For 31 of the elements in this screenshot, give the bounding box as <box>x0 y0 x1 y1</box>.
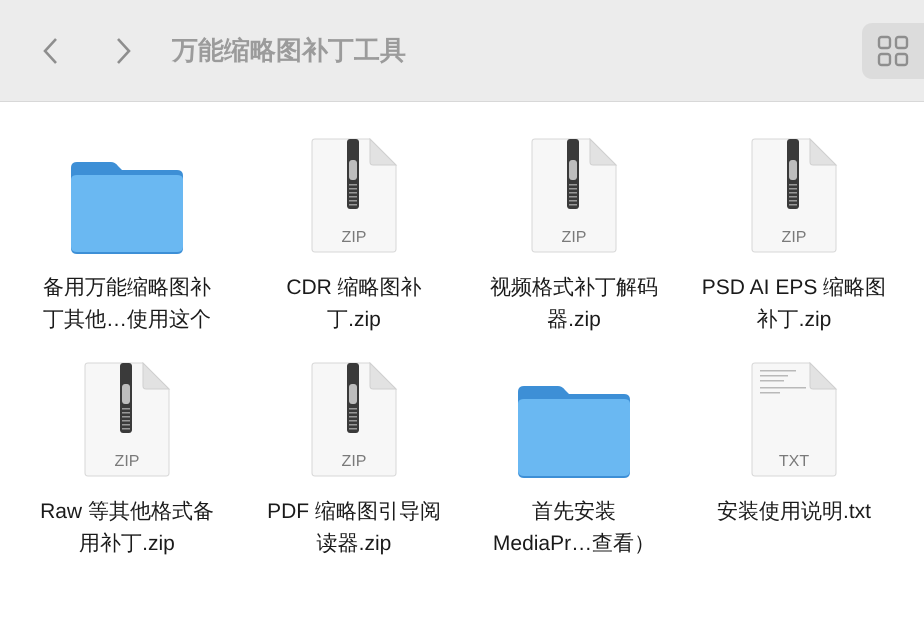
file-item[interactable]: 首先安装 MediaPr…查看） <box>464 358 684 560</box>
zip-file-icon <box>750 138 838 254</box>
file-type-label: ZIP <box>560 230 588 246</box>
file-item[interactable]: TXT 安装使用说明.txt <box>684 358 904 560</box>
zip-file-icon <box>310 362 398 478</box>
zip-file-icon <box>530 138 618 254</box>
file-name: PDF 缩略图引导阅 读器.zip <box>267 499 441 557</box>
file-item[interactable]: ZIP CDR 缩略图补 丁.zip <box>244 134 464 336</box>
zip-file-icon <box>83 362 171 478</box>
file-type-label: ZIP <box>780 230 808 246</box>
file-name: PSD AI EPS 缩略图 补丁.zip <box>702 275 886 333</box>
file-name: CDR 缩略图补 丁.zip <box>286 275 422 333</box>
file-type-label: TXT <box>778 454 810 470</box>
file-name: 安装使用说明.txt <box>716 499 871 525</box>
zip-file-icon <box>310 138 398 254</box>
file-item[interactable]: ZIP PDF 缩略图引导阅 读器.zip <box>244 358 464 560</box>
file-type-label: ZIP <box>340 230 368 246</box>
file-type-label: ZIP <box>114 454 140 470</box>
grid-view-button[interactable] <box>862 22 924 78</box>
grid-icon <box>877 34 909 66</box>
file-name: 视频格式补丁解码 器.zip <box>490 275 658 333</box>
file-name: 首先安装 MediaPr…查看） <box>492 499 656 557</box>
file-item[interactable]: 备用万能缩略图补 丁其他…使用这个 <box>10 134 244 336</box>
file-type-label: ZIP <box>340 454 368 470</box>
file-item[interactable]: ZIP PSD AI EPS 缩略图 补丁.zip <box>684 134 904 336</box>
file-item[interactable]: ZIP Raw 等其他格式备 用补丁.zip <box>10 358 244 560</box>
file-name: Raw 等其他格式备 用补丁.zip <box>40 499 214 557</box>
file-item[interactable]: ZIP 视频格式补丁解码 器.zip <box>464 134 684 336</box>
window-title: 万能缩略图补丁工具 <box>172 34 406 67</box>
text-file-icon <box>750 362 838 478</box>
file-name: 备用万能缩略图补 丁其他…使用这个 <box>43 275 211 333</box>
